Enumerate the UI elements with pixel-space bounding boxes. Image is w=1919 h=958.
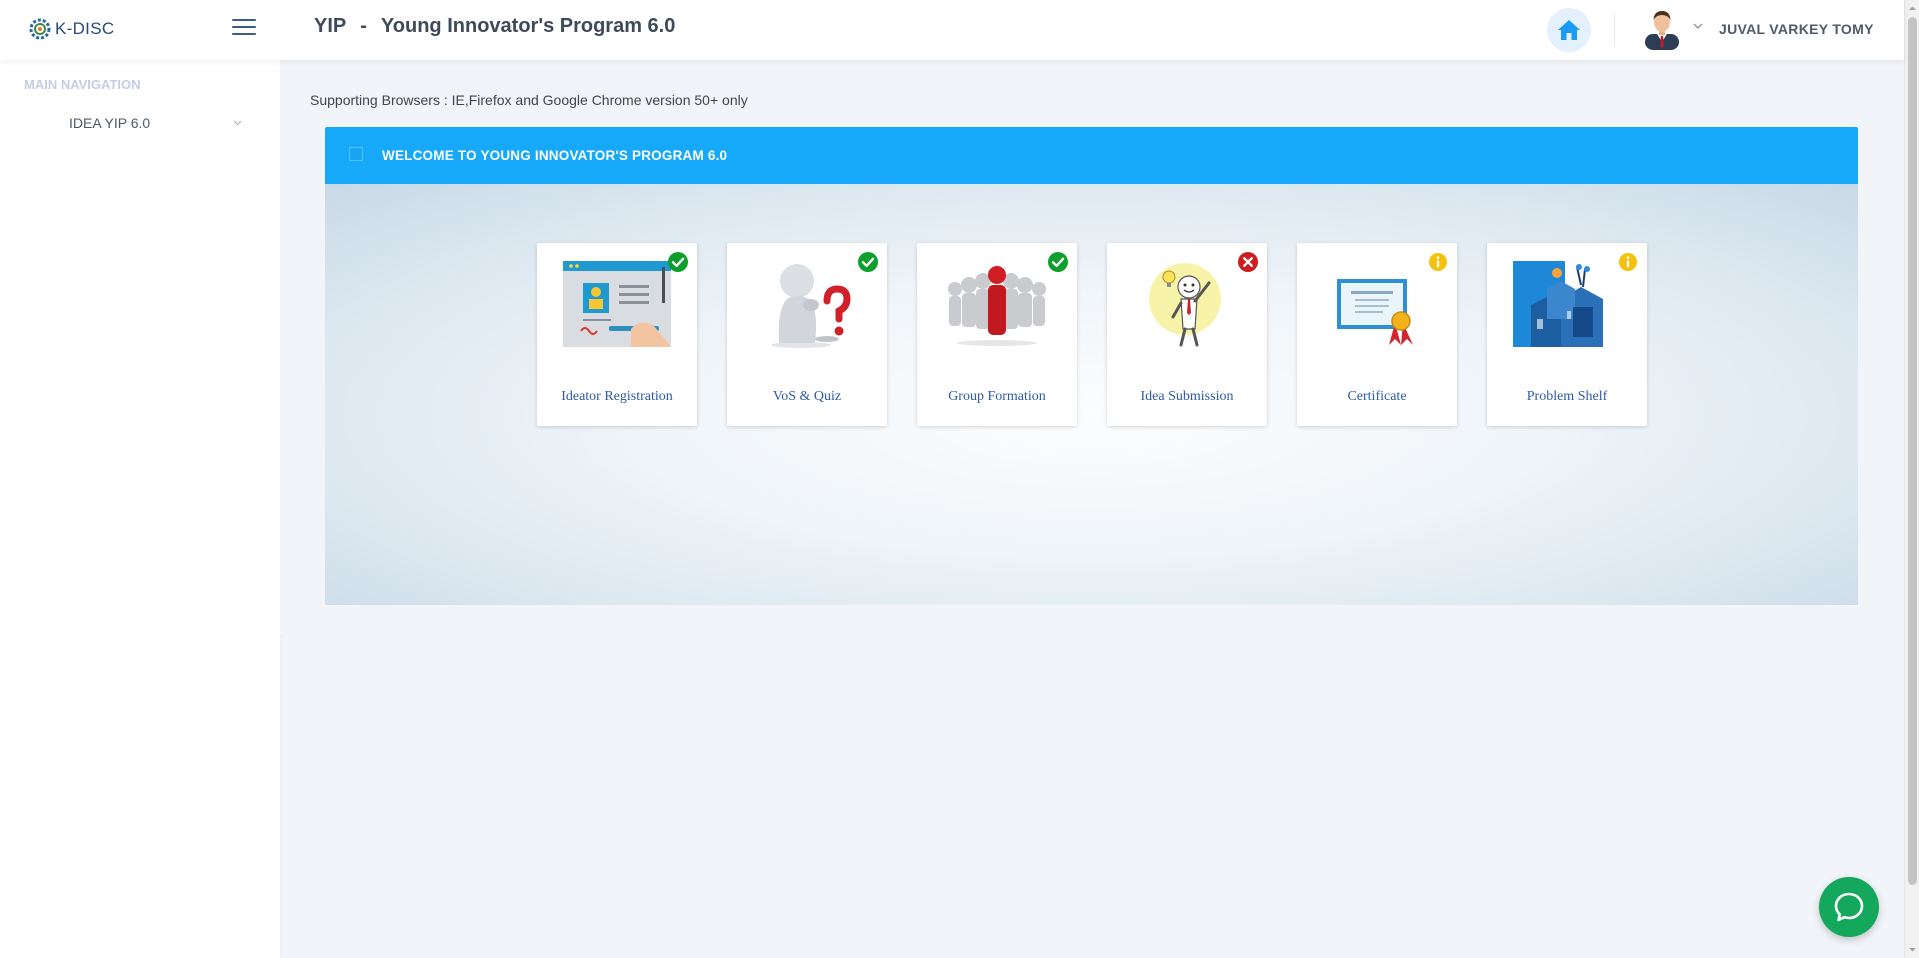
problem-shelf-illustration xyxy=(1513,261,1603,347)
chat-widget-button[interactable] xyxy=(1819,877,1879,937)
card-label: Certificate xyxy=(1347,389,1407,404)
card-certificate[interactable]: Certificate xyxy=(1297,243,1457,426)
panel-checkbox[interactable] xyxy=(349,147,363,161)
user-name[interactable]: JUVAL VARKEY TOMY xyxy=(1719,21,1874,37)
info-circle-icon xyxy=(1429,253,1447,271)
chevron-down-icon[interactable] xyxy=(1693,22,1703,30)
menu-toggle-button[interactable] xyxy=(232,19,256,37)
app-short-name: YIP xyxy=(314,15,347,37)
check-circle-icon xyxy=(1048,252,1068,272)
vertical-scrollbar[interactable] xyxy=(1904,0,1919,958)
gear-logo-icon xyxy=(29,18,51,40)
app-full-name: Young Innovator's Program 6.0 xyxy=(380,15,676,37)
info-circle-icon xyxy=(1619,253,1637,271)
sidebar-item-label: IDEA YIP 6.0 xyxy=(69,115,151,131)
nav-heading: MAIN NAVIGATION xyxy=(24,77,141,92)
chat-bubble-icon xyxy=(1834,892,1864,922)
chevron-down-icon xyxy=(233,120,242,126)
hamburger-line xyxy=(232,19,256,21)
title-separator: - xyxy=(360,15,367,37)
card-label: Ideator Registration xyxy=(561,389,673,404)
group-leader-figures-illustration xyxy=(948,266,1046,346)
home-button[interactable] xyxy=(1547,8,1591,52)
card-label: VoS & Quiz xyxy=(772,389,842,404)
top-header: K-DISC YIP - Young Innovator's Program 6.0… xyxy=(0,0,1904,60)
card-problem-shelf[interactable]: Problem Shelf xyxy=(1487,243,1647,426)
hamburger-line xyxy=(232,26,256,28)
thinking-figure-question-illustration xyxy=(771,264,851,348)
hamburger-line xyxy=(232,33,256,35)
scrollbar-thumb[interactable] xyxy=(1908,17,1917,885)
logo-text: K-DISC xyxy=(55,19,115,38)
idea-bulb-figure-illustration xyxy=(1149,263,1221,347)
card-label: Group Formation xyxy=(948,389,1046,404)
check-circle-icon xyxy=(858,252,878,272)
header-divider xyxy=(1614,14,1615,46)
welcome-panel-title: WELCOME TO YOUNG INNOVATOR'S PROGRAM 6.0 xyxy=(382,148,728,163)
card-label: Problem Shelf xyxy=(1526,389,1608,404)
certificate-ribbon-illustration xyxy=(1337,279,1413,345)
registration-form-illustration xyxy=(563,261,671,347)
home-icon xyxy=(1558,20,1580,40)
sidebar: MAIN NAVIGATION IDEA YIP 6.0 xyxy=(0,60,280,958)
page-title: YIP - Young Innovator's Program 6.0 xyxy=(314,15,675,38)
card-vos-quiz[interactable]: VoS & Quiz xyxy=(727,243,887,426)
kdisc-logo[interactable]: K-DISC xyxy=(26,14,126,44)
scroll-up-arrow-icon[interactable] xyxy=(1908,4,1917,13)
card-group-formation[interactable]: Group Formation xyxy=(917,243,1077,426)
user-avatar[interactable] xyxy=(1641,8,1683,50)
card-ideator-registration[interactable]: Ideator Registration xyxy=(537,243,697,426)
browser-support-note: Supporting Browsers : IE,Firefox and Goo… xyxy=(310,92,748,108)
card-label: Idea Submission xyxy=(1140,389,1234,404)
card-idea-submission[interactable]: Idea Submission xyxy=(1107,243,1267,426)
welcome-panel-header: WELCOME TO YOUNG INNOVATOR'S PROGRAM 6.0 xyxy=(325,127,1858,184)
check-circle-icon xyxy=(668,252,688,272)
x-circle-icon xyxy=(1238,252,1258,272)
sidebar-item-idea-yip[interactable]: IDEA YIP 6.0 xyxy=(0,112,280,136)
scroll-down-arrow-icon[interactable] xyxy=(1908,945,1917,954)
